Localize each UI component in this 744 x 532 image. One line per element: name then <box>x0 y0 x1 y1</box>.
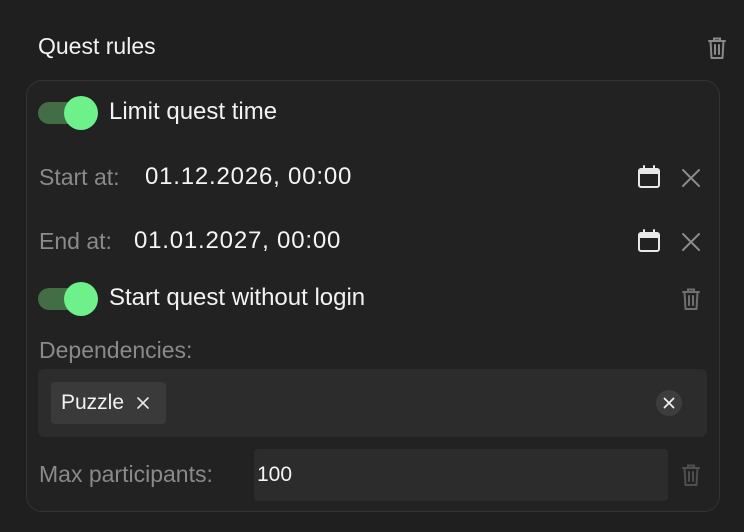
quest-rules-panel: Quest rules Limit quest time Start at: 0… <box>0 0 744 532</box>
end-at-clear-button[interactable] <box>679 230 703 254</box>
trash-icon <box>708 37 726 59</box>
section-title: Quest rules <box>38 33 156 59</box>
limit-quest-time-toggle[interactable] <box>38 96 98 130</box>
start-at-value[interactable]: 01.12.2026, 00:00 <box>145 163 352 191</box>
end-at-label: End at: <box>39 228 112 254</box>
end-at-calendar-button[interactable] <box>637 229 661 253</box>
end-at-value[interactable]: 01.01.2027, 00:00 <box>134 227 341 255</box>
dependencies-label: Dependencies: <box>39 337 193 363</box>
dependencies-clear-button[interactable] <box>656 390 682 416</box>
calendar-icon <box>638 165 660 188</box>
trash-icon <box>682 464 700 486</box>
close-icon <box>682 233 700 251</box>
start-at-calendar-button[interactable] <box>637 165 661 189</box>
dependency-chip-remove-button[interactable] <box>136 396 150 410</box>
max-participants-label: Max participants: <box>39 461 213 487</box>
start-at-clear-button[interactable] <box>679 166 703 190</box>
dependency-chip-label: Puzzle <box>61 391 125 414</box>
delete-section-button[interactable] <box>706 36 728 60</box>
delete-no-login-rule-button[interactable] <box>680 287 702 311</box>
toggle-knob <box>64 96 98 130</box>
dependencies-select[interactable]: Puzzle <box>38 369 707 437</box>
start-without-login-label: Start quest without login <box>109 284 366 311</box>
limit-quest-time-label: Limit quest time <box>109 98 278 125</box>
start-without-login-toggle[interactable] <box>38 282 98 316</box>
max-participants-input[interactable] <box>254 449 668 501</box>
close-icon <box>682 169 700 187</box>
toggle-knob <box>64 282 98 316</box>
start-at-label: Start at: <box>39 164 120 190</box>
close-icon <box>137 397 149 409</box>
calendar-icon <box>638 229 660 252</box>
dependency-chip: Puzzle <box>51 382 167 424</box>
delete-max-participants-rule-button[interactable] <box>680 463 702 487</box>
close-icon <box>663 397 675 409</box>
trash-icon <box>682 288 700 310</box>
